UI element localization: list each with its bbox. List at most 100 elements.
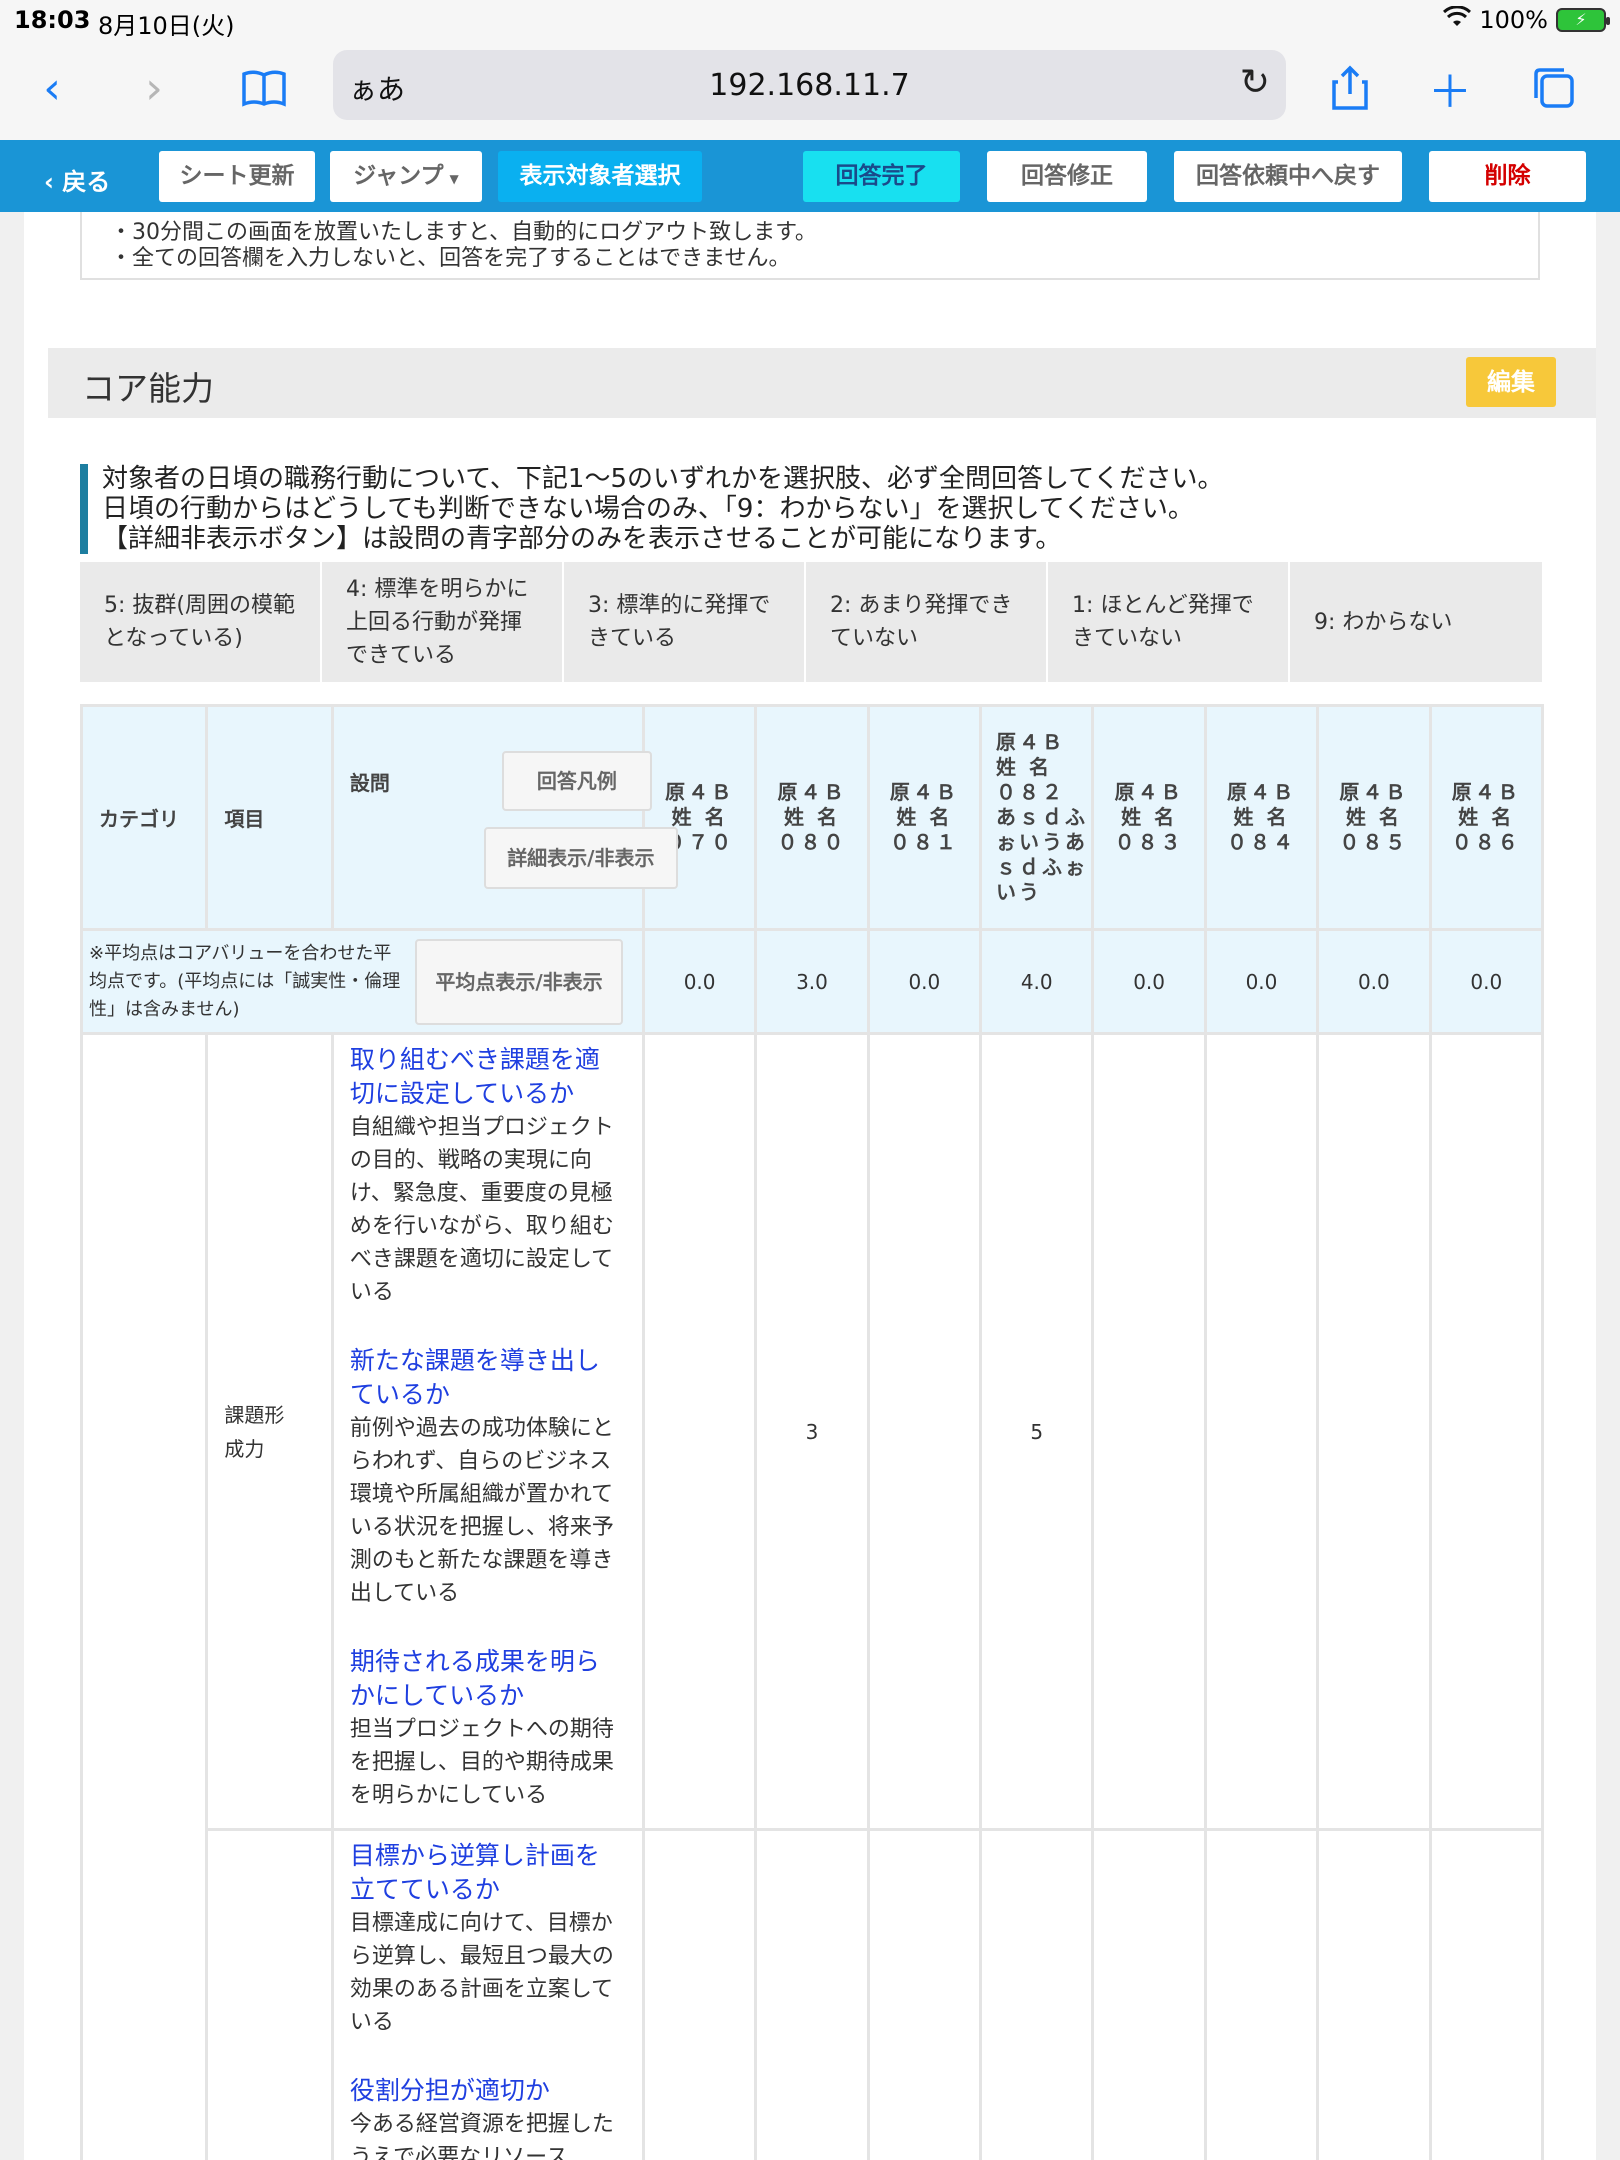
caret-down-icon: ▼ (449, 172, 459, 186)
wifi-icon (1443, 5, 1472, 34)
answer-cell[interactable] (1203, 1828, 1320, 2160)
answer-cell[interactable] (1091, 1032, 1207, 1831)
back-icon[interactable]: ‹ (22, 58, 82, 118)
question-title: 役割分担が適切か (349, 2076, 550, 2105)
share-icon[interactable] (1320, 58, 1380, 118)
instruction-line: 【詳細非表示ボタン】は設問の青字部分のみを表示させることが可能になります。 (102, 524, 1062, 554)
question-body: 目標達成に向けて、目標から逆算し、最短且つ最大の効果のある計画を立案している (349, 1911, 614, 2035)
average-note: ※平均点はコアバリューを合わせた平均点です。(平均点には「誠実性・倫理性」は含み… (89, 942, 401, 1020)
col-category-header: カテゴリ (79, 704, 209, 931)
person-column-header: 原４Ｂ 姓 名 ０８１ (866, 704, 983, 931)
instruction-line: 日頃の行動からはどうしても判断できない場合のみ、「9：わからない」を選択してくだ… (102, 494, 1194, 524)
average-value: 0.0 (641, 928, 758, 1035)
browser-toolbar: ‹ › ぁあ 192.168.11.7 ↻ ＋ (0, 42, 1620, 140)
battery-percent: 100% (1479, 6, 1548, 34)
col-question-header: 設問 回答凡例 詳細表示/非表示 (330, 704, 678, 931)
instructions: 対象者の日頃の職務行動について、下記1〜5のいずれかを選択肢、必ず全問回答してく… (80, 464, 1223, 554)
table-row: 目標から逆算し計画を立てているか 目標達成に向けて、目標から逆算し、最短且つ最大… (82, 1828, 1545, 2160)
instruction-line: 対象者の日頃の職務行動について、下記1〜5のいずれかを選択肢、必ず全問回答してく… (102, 464, 1224, 494)
answer-cell[interactable] (866, 1032, 983, 1831)
answer-cell[interactable]: 3 (754, 1032, 870, 1831)
answer-cell[interactable] (641, 1032, 758, 1831)
person-column-header: 原４Ｂ 姓 名 ０８６ (1428, 704, 1545, 931)
question-title: 目標から逆算し計画を立てているか (349, 1841, 600, 1904)
section-header: コア能力 編集 (48, 348, 1596, 418)
legend-item: 4: 標準を明らかに上回る行動が発揮できている (322, 562, 564, 682)
evaluation-table: カテゴリ 項目 設問 回答凡例 詳細表示/非表示 原４Ｂ 姓 名 ０７０ 原４Ｂ 姓 … (79, 704, 1545, 2160)
average-value: 0.0 (866, 928, 983, 1035)
reload-icon[interactable]: ↻ (1240, 62, 1270, 103)
back-link[interactable]: ‹ 戻る (44, 162, 110, 197)
category-cell (79, 1032, 209, 2160)
edit-button[interactable]: 編集 (1466, 357, 1556, 407)
question-body: 自組織や担当プロジェクトの目的、戦略の実現に向け、緊急度、重要度の見極めを行いな… (349, 1115, 614, 1305)
sheet-refresh-button[interactable]: シート更新 (159, 151, 315, 202)
complete-answer-button[interactable]: 回答完了 (803, 151, 960, 202)
question-label: 設問 (349, 771, 390, 795)
answer-cell[interactable] (1428, 1032, 1545, 1831)
answer-cell[interactable] (641, 1828, 758, 2160)
new-tab-icon[interactable]: ＋ (1420, 58, 1480, 118)
return-to-request-button[interactable]: 回答依頼中へ戻す (1174, 151, 1402, 202)
average-controls: ※平均点はコアバリューを合わせた平均点です。(平均点には「誠実性・倫理性」は含み… (80, 928, 645, 1035)
select-target-button[interactable]: 表示対象者選択 (498, 151, 702, 202)
average-toggle-button[interactable]: 平均点表示/非表示 (415, 939, 623, 1025)
average-value: 0.0 (1316, 928, 1432, 1035)
notice-line-2: ・全ての回答欄を入力しないと、回答を完了することはできません。 (110, 246, 791, 271)
jump-dropdown[interactable]: ジャンプ ▼ (330, 151, 482, 202)
table-row: 課題形成力 取り組むべき課題を適切に設定しているか 自組織や担当プロジェクトの目… (79, 1032, 1545, 2160)
question-title: 期待される成果を明らかにしているか (349, 1647, 600, 1710)
average-value: 4.0 (979, 928, 1095, 1035)
battery-icon: ⚡ (1556, 8, 1610, 32)
answer-cell[interactable] (866, 1828, 983, 2160)
person-column-header: 原４Ｂ 姓 名 ０８２ あｓｄふぉいうあｓｄふぉいう (979, 704, 1095, 931)
answer-cell[interactable] (1203, 1032, 1320, 1831)
question-body: 今ある経営資源を把握したうえで必要なリソース (349, 2112, 614, 2160)
average-row: ※平均点はコアバリューを合わせた平均点です。(平均点には「誠実性・倫理性」は含み… (80, 928, 1545, 1035)
average-value: 3.0 (754, 928, 870, 1035)
tabs-icon[interactable] (1524, 58, 1584, 118)
person-column-header: 原４Ｂ 姓 名 ０８４ (1203, 704, 1320, 931)
person-column-header: 原４Ｂ 姓 名 ０７０ (641, 704, 758, 931)
status-bar: 18:03 8月10日(火) 100% ⚡ (0, 0, 1620, 42)
address-bar[interactable]: ぁあ 192.168.11.7 ↻ (333, 50, 1286, 120)
section-title: コア能力 (82, 369, 214, 408)
question-title: 新たな課題を導き出しているか (349, 1346, 600, 1409)
answer-cell[interactable] (1316, 1828, 1432, 2160)
answer-cell[interactable] (1428, 1828, 1545, 2160)
legend-item: 5: 抜群(周囲の模範となっている) (80, 562, 322, 682)
question-title: 取り組むべき課題を適切に設定しているか (349, 1045, 600, 1108)
item-cell: 課題形成力 (205, 1032, 334, 1831)
legend-item: 3: 標準的に発揮できている (564, 562, 806, 682)
app-toolbar: ‹ 戻る シート更新 ジャンプ ▼ 表示対象者選択 回答完了 回答修正 回答依頼中… (0, 140, 1620, 212)
person-column-header: 原４Ｂ 姓 名 ０８０ (754, 704, 870, 931)
answer-cell[interactable]: 5 (979, 1032, 1095, 1831)
status-date: 8月10日(火) (98, 12, 235, 40)
page-content: ・30分間この画面を放置いたしますと、自動的にログアウト致します。 ・全ての回答… (24, 212, 1596, 2160)
question-body: 担当プロジェクトへの期待を把握し、目的や期待成果を明らかにしている (349, 1717, 614, 1808)
answer-cell[interactable] (1316, 1032, 1432, 1831)
forward-icon[interactable]: › (124, 58, 184, 118)
col-item-header: 項目 (205, 704, 334, 931)
person-column-header: 原４Ｂ 姓 名 ０８３ (1091, 704, 1207, 931)
item-cell (205, 1828, 334, 2160)
notice-box: ・30分間この画面を放置いたしますと、自動的にログアウト致します。 ・全ての回答… (80, 212, 1540, 280)
detail-toggle-button[interactable]: 詳細表示/非表示 (483, 827, 678, 889)
answer-legend: 5: 抜群(周囲の模範となっている) 4: 標準を明らかに上回る行動が発揮できて… (80, 562, 1542, 682)
url-text[interactable]: 192.168.11.7 (333, 68, 1286, 103)
legend-item: 9: わからない (1314, 609, 1453, 635)
answer-legend-button[interactable]: 回答凡例 (501, 751, 652, 811)
person-column-header: 原４Ｂ 姓 名 ０８５ (1316, 704, 1432, 931)
answer-cell[interactable] (1091, 1828, 1207, 2160)
answer-cell[interactable] (979, 1828, 1095, 2160)
revise-answer-button[interactable]: 回答修正 (987, 151, 1147, 202)
delete-button[interactable]: 削除 (1429, 151, 1586, 202)
answer-cell[interactable] (754, 1828, 870, 2160)
average-value: 0.0 (1203, 928, 1320, 1035)
chevron-left-icon: ‹ (44, 168, 63, 196)
question-body: 前例や過去の成功体験にとらわれず、自らのビジネス環境や所属組織が置かれている状況… (349, 1416, 614, 1606)
bookmarks-icon[interactable] (234, 58, 294, 118)
question-cell: 目標から逆算し計画を立てているか 目標達成に向けて、目標から逆算し、最短且つ最大… (330, 1828, 645, 2160)
average-value: 0.0 (1428, 928, 1545, 1035)
status-time: 18:03 (14, 6, 91, 34)
